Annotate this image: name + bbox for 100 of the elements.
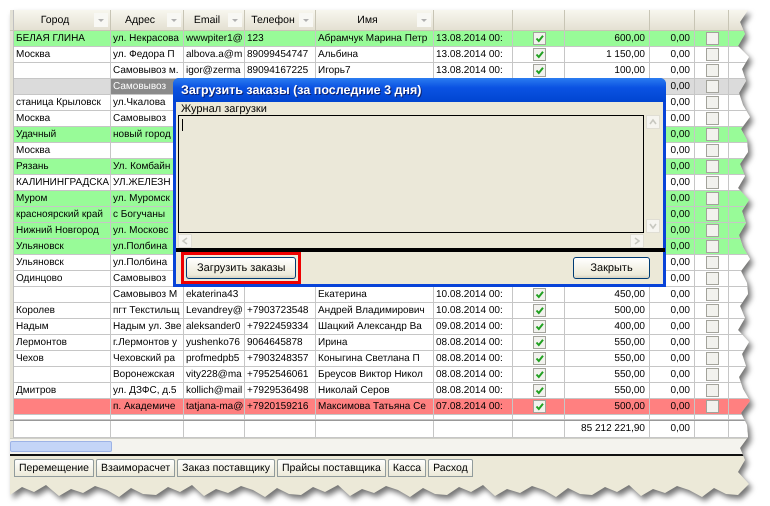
checkbox[interactable]: [706, 400, 718, 413]
table-cell: 0,00: [670, 336, 690, 348]
checkbox[interactable]: [706, 64, 718, 77]
table-cell: 9064645878: [247, 336, 303, 348]
checkbox[interactable]: [532, 400, 546, 413]
column-header[interactable]: Город: [40, 14, 70, 26]
checkbox[interactable]: [706, 48, 718, 61]
tab[interactable]: Касса: [388, 459, 426, 477]
checkbox[interactable]: [706, 272, 718, 285]
table-cell: Levandrey@: [186, 304, 243, 316]
filter-dropdown-icon[interactable]: [167, 13, 181, 27]
table-cell: ул.Полбина: [113, 240, 168, 252]
checkbox[interactable]: [706, 224, 718, 237]
table-cell: Альбина: [318, 48, 358, 60]
table-cell: 0,00: [670, 320, 690, 332]
table-cell: 10.08.2014 00:: [436, 304, 503, 316]
checkbox[interactable]: [706, 352, 718, 365]
table-cell: 0,00: [670, 144, 690, 156]
checkbox[interactable]: [706, 96, 718, 109]
checkbox[interactable]: [706, 128, 718, 141]
checkbox[interactable]: [706, 288, 718, 301]
table-cell: Воронежская: [113, 368, 175, 380]
text-cursor: [182, 119, 183, 131]
checkbox[interactable]: [532, 64, 546, 77]
close-button[interactable]: Закрыть: [573, 257, 650, 279]
table-cell: Надым ул. Зве: [113, 320, 182, 332]
filter-dropdown-icon[interactable]: [299, 13, 313, 27]
tab[interactable]: Прайсы поставщика: [276, 459, 386, 477]
checkbox[interactable]: [532, 288, 546, 301]
scroll-right-button[interactable]: [630, 234, 644, 248]
table-cell: Ульяновск: [16, 240, 64, 252]
checkbox[interactable]: [532, 368, 546, 381]
table-cell: igor@zerma: [186, 64, 241, 76]
tab[interactable]: Взаиморасчет: [96, 459, 176, 477]
column-header[interactable]: Адрес: [124, 14, 156, 26]
tab[interactable]: Расход: [428, 459, 473, 477]
table-cell: 400,00: [614, 320, 645, 332]
checkbox[interactable]: [706, 384, 718, 397]
table-cell: 13.08.2014 00:: [436, 48, 503, 60]
checkbox[interactable]: [532, 304, 546, 317]
filter-dropdown-icon[interactable]: [417, 13, 431, 27]
checkbox[interactable]: [706, 304, 718, 317]
tab[interactable]: Перемещение: [14, 459, 94, 477]
checkbox[interactable]: [532, 32, 546, 45]
scroll-down-button[interactable]: [646, 219, 660, 233]
checkbox[interactable]: [706, 144, 718, 157]
checkbox[interactable]: [706, 208, 718, 221]
table-cell: ул.Полбина: [113, 256, 168, 268]
checkbox[interactable]: [532, 48, 546, 61]
table-row[interactable]: п. Академиче tatjana-ma@ +7920159216 Максимова Татьяна Се 07.08.2014 00: 500,00 0,00: [10, 399, 752, 415]
scroll-left-button[interactable]: [178, 234, 192, 248]
load-orders-button[interactable]: Загрузить заказы: [186, 257, 296, 279]
table-cell: Удачный: [16, 128, 56, 140]
table-cell: 100,00: [614, 64, 645, 76]
column-header[interactable]: Email: [194, 14, 220, 26]
table-cell: Николай Серов: [318, 384, 390, 396]
table-cell: yushenko76: [186, 336, 240, 348]
table-cell: пгт Текстильщ: [113, 304, 180, 316]
scrollbar-thumb[interactable]: [10, 441, 112, 452]
table-cell: +7922459334: [247, 320, 308, 332]
table-cell: Надым: [16, 320, 49, 332]
column-header[interactable]: Имя: [357, 14, 378, 26]
checkbox[interactable]: [706, 80, 718, 93]
checkbox[interactable]: [706, 336, 718, 349]
checkbox[interactable]: [706, 112, 718, 125]
checkbox[interactable]: [706, 176, 718, 189]
table-cell: 0,00: [670, 368, 690, 380]
table-cell: 0,00: [670, 192, 690, 204]
filter-dropdown-icon[interactable]: [228, 13, 242, 27]
table-cell: Игорь7: [318, 64, 351, 76]
table-cell: aleksander0: [186, 320, 240, 332]
table-cell: 0,00: [670, 176, 690, 188]
table-cell: tatjana-ma@: [186, 400, 244, 412]
checkbox[interactable]: [706, 192, 718, 205]
checkbox[interactable]: [532, 384, 546, 397]
checkbox[interactable]: [706, 256, 718, 269]
table-cell: ул. Некрасова: [113, 32, 179, 44]
table-cell: Екатерина: [318, 288, 367, 300]
checkbox[interactable]: [706, 320, 718, 333]
checkbox[interactable]: [706, 32, 718, 45]
checkbox[interactable]: [706, 368, 718, 381]
filter-dropdown-icon[interactable]: [94, 13, 108, 27]
checkbox[interactable]: [532, 320, 546, 333]
table-cell: Самовывоз: [113, 80, 166, 92]
table-cell: Андрей Владимирович: [318, 304, 425, 316]
scroll-up-button[interactable]: [646, 115, 660, 129]
table-cell: 550,00: [614, 336, 645, 348]
table-cell: 10.08.2014 00:: [436, 288, 503, 300]
table-cell: г.Лермонтов у: [113, 336, 177, 348]
column-header[interactable]: Телефон: [251, 14, 295, 26]
tab[interactable]: Заказ поставщику: [177, 459, 275, 477]
checkbox[interactable]: [706, 240, 718, 253]
log-text-area[interactable]: [178, 115, 644, 233]
checkbox[interactable]: [706, 160, 718, 173]
checkbox[interactable]: [532, 352, 546, 365]
table-cell: 0,00: [670, 352, 690, 364]
table-cell: +7952546061: [247, 368, 308, 380]
checkbox[interactable]: [532, 336, 546, 349]
table-cell: БЕЛАЯ ГЛИНА: [16, 32, 85, 44]
table-cell: 0,00: [670, 384, 690, 396]
